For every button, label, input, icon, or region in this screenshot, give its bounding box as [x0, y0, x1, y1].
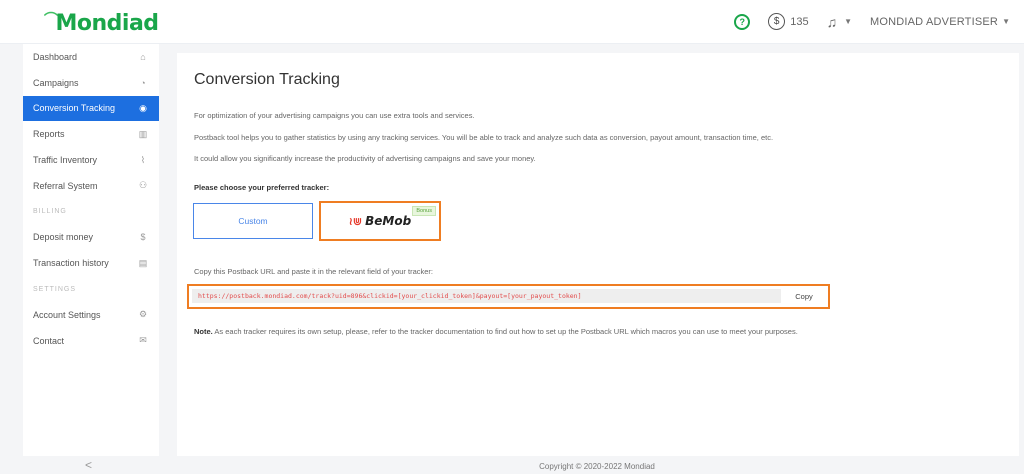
sidebar-item-dashboard[interactable]: Dashboard ⌂ [23, 44, 159, 70]
logo-swoosh-icon: ⌒ [44, 12, 58, 28]
sidebar-section-settings: SETTINGS [33, 285, 77, 293]
pie-chart-icon: ◔ [140, 77, 146, 88]
sidebar-item-label: Conversion Tracking [33, 103, 116, 114]
page-title: Conversion Tracking [194, 71, 340, 88]
top-header: ⌒Mondiad ? $135 ♫ ▼ MONDIAD ADVERTISER ▼ [0, 0, 1024, 44]
users-icon: ⚇ [138, 180, 148, 191]
line-chart-icon: ⌇ [140, 154, 146, 165]
sidebar-item-traffic-inventory[interactable]: Traffic Inventory ⌇ [23, 147, 159, 173]
sidebar-item-transaction-history[interactable]: Transaction history ▤ [23, 250, 159, 276]
bemob-mark-icon: ≀⋓ [348, 214, 363, 228]
sidebar-item-reports[interactable]: Reports ▥ [23, 121, 159, 147]
envelope-icon: ✉ [139, 335, 147, 346]
logo-text: Mondiad [55, 11, 160, 36]
globe-icon: ◉ [139, 102, 147, 113]
postback-url-field[interactable]: https://postback.mondiad.com/track?uid=8… [192, 289, 781, 303]
note-label: Note. [194, 327, 213, 336]
user-name: MONDIAD ADVERTISER [869, 15, 999, 28]
copy-url-label: Copy this Postback URL and paste it in t… [194, 267, 434, 276]
sidebar-item-label: Account Settings [33, 309, 101, 320]
user-menu[interactable]: MONDIAD ADVERTISER ▼ [870, 16, 1010, 28]
tracker-option-bemob[interactable]: ≀⋓ BeMob Bonus [319, 201, 441, 241]
mondiad-logo[interactable]: ⌒Mondiad [44, 11, 159, 36]
support-icon: ? [734, 13, 751, 30]
conversion-tracking-card: Conversion Tracking For optimization of … [177, 53, 1019, 456]
tracker-custom-label: Custom [238, 216, 268, 226]
header-actions: ? $135 ♫ ▼ MONDIAD ADVERTISER ▼ [716, 13, 1010, 30]
support-button[interactable]: ? [734, 13, 751, 30]
choose-tracker-label: Please choose your preferred tracker: [194, 183, 330, 192]
sidebar-item-label: Referral System [33, 180, 98, 191]
sidebar-item-label: Traffic Inventory [33, 155, 98, 166]
notifications-button[interactable]: ♫ ▼ [827, 14, 852, 30]
sidebar-item-campaigns[interactable]: Campaigns ◔ [23, 70, 159, 96]
bar-chart-icon: ▥ [138, 128, 148, 139]
tracker-option-custom[interactable]: Custom [193, 203, 313, 239]
bonus-badge: Bonus [412, 206, 436, 216]
sidebar-item-label: Deposit money [33, 232, 94, 243]
sidebar-item-label: Campaigns [33, 77, 79, 88]
sidebar-item-account-settings[interactable]: Account Settings ⚙ [23, 302, 159, 328]
sidebar-item-conversion-tracking[interactable]: Conversion Tracking ◉ [23, 95, 159, 122]
postback-description: Postback tool helps you to gather statis… [194, 133, 774, 142]
chevron-down-icon: ▼ [844, 17, 852, 26]
home-icon: ⌂ [140, 51, 146, 62]
note-text: As each tracker requires its own setup, … [212, 327, 798, 336]
postback-url-container: https://postback.mondiad.com/track?uid=8… [187, 284, 830, 309]
sidebar-item-label: Reports [33, 129, 65, 140]
bell-icon: ♫ [826, 13, 838, 30]
sidebar-item-label: Dashboard [33, 51, 78, 62]
sidebar: Dashboard ⌂ Campaigns ◔ Conversion Trackin… [23, 44, 159, 456]
bemob-logo-text: BeMob [365, 214, 412, 228]
tracker-note: Note. As each tracker requires its own s… [194, 327, 798, 336]
receipt-icon: ▤ [138, 257, 148, 268]
sidebar-item-referral-system[interactable]: Referral System ⚇ [23, 173, 159, 199]
intro-text: For optimization of your advertising cam… [194, 111, 475, 120]
gears-icon: ⚙ [138, 309, 148, 320]
sidebar-item-contact[interactable]: Contact ✉ [23, 328, 159, 354]
dollar-icon: $ [768, 13, 786, 30]
footer-copyright: Copyright © 2020-2022 Mondiad [539, 462, 655, 471]
chevron-down-icon: ▼ [1002, 17, 1010, 26]
bemob-logo: ≀⋓ BeMob [349, 214, 411, 228]
balance-display[interactable]: $135 [768, 13, 809, 30]
copy-button[interactable]: Copy [784, 289, 824, 303]
balance-value: 135 [790, 15, 809, 28]
dollar-icon: $ [140, 232, 146, 243]
sidebar-item-deposit-money[interactable]: Deposit money $ [23, 225, 159, 251]
sidebar-section-billing: BILLING [33, 208, 67, 216]
sidebar-item-label: Contact [33, 335, 65, 346]
productivity-text: It could allow you significantly increas… [194, 154, 536, 163]
sidebar-item-label: Transaction history [33, 258, 109, 269]
